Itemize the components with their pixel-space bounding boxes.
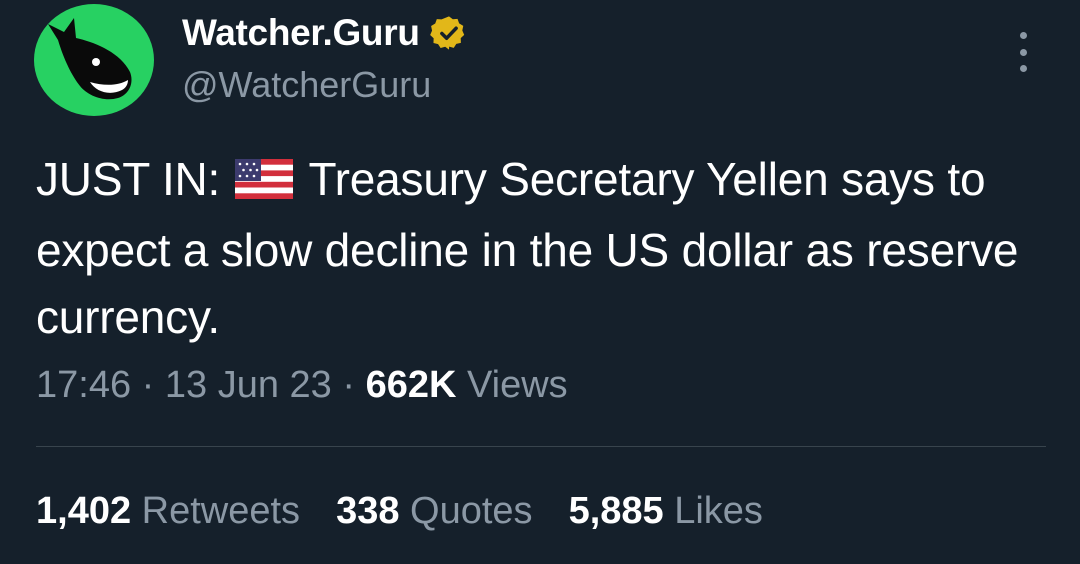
retweets-label: Retweets	[141, 490, 301, 532]
quotes-label: Quotes	[410, 490, 533, 532]
author-name-row: Watcher.Guru	[182, 12, 468, 54]
views-count: 662K	[365, 364, 457, 406]
verified-badge-icon	[429, 14, 468, 52]
display-name[interactable]: Watcher.Guru	[182, 12, 420, 54]
quotes-stat[interactable]: 338 Quotes	[336, 490, 533, 533]
tweet-meta: 17:46 · 13 Jun 23 · 662K Views	[36, 364, 568, 407]
tweet-text-prefix: JUST IN:	[36, 153, 221, 205]
avatar[interactable]	[34, 4, 154, 116]
us-flag-icon	[234, 150, 293, 217]
tweet-time[interactable]: 17:46	[36, 364, 131, 406]
views-label: Views	[466, 364, 568, 406]
whale-icon	[48, 18, 132, 100]
engagement-stats: 1,402 Retweets 338 Quotes 5,885 Likes	[36, 490, 763, 533]
tweet-text: JUST IN: Treasury Secretary Yellen says …	[36, 146, 1056, 351]
likes-label: Likes	[674, 490, 763, 532]
tweet-date[interactable]: 13 Jun 23	[165, 364, 332, 406]
retweets-count: 1,402	[36, 490, 132, 532]
retweets-stat[interactable]: 1,402 Retweets	[36, 490, 300, 533]
more-options-icon[interactable]	[1010, 32, 1036, 72]
author-handle[interactable]: @WatcherGuru	[182, 64, 431, 106]
likes-stat[interactable]: 5,885 Likes	[569, 490, 763, 533]
meta-separator: ·	[141, 364, 155, 406]
divider	[36, 446, 1046, 447]
likes-count: 5,885	[568, 490, 664, 532]
quotes-count: 338	[336, 490, 400, 532]
meta-separator: ·	[342, 364, 356, 406]
